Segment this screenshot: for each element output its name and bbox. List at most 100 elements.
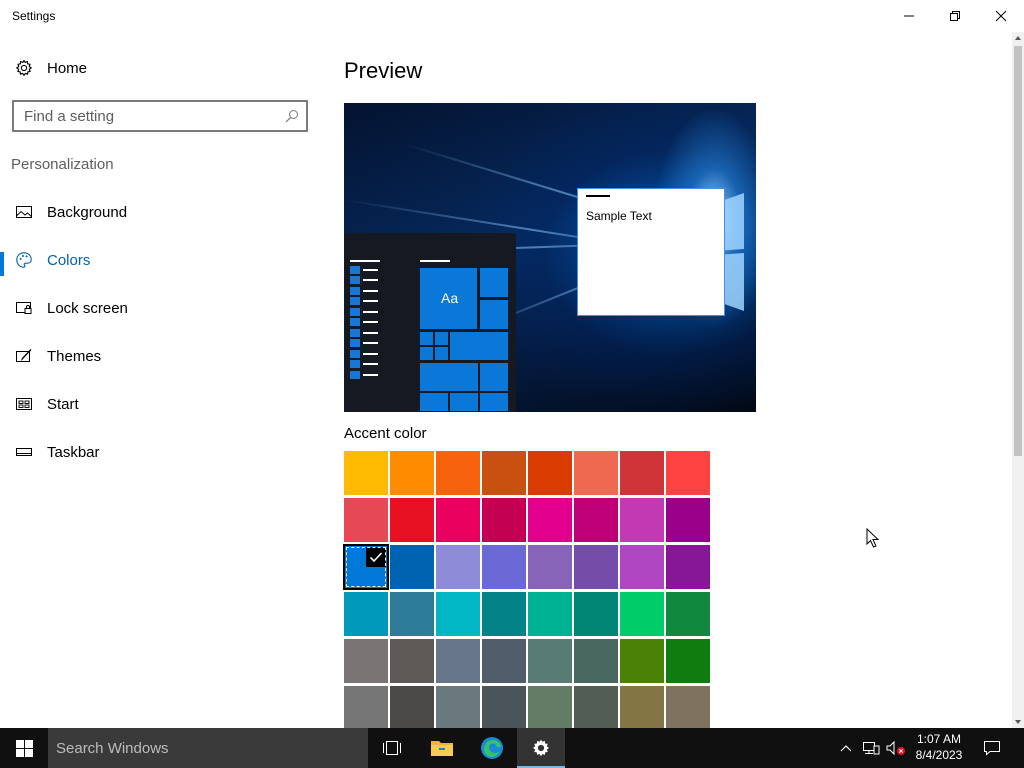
accent-color-swatch[interactable] <box>344 639 388 683</box>
accent-color-swatch[interactable] <box>620 545 664 589</box>
accent-color-swatch[interactable] <box>666 639 710 683</box>
sidebar-item-label: Taskbar <box>47 443 100 461</box>
settings-app-button[interactable] <box>517 728 565 768</box>
accent-color-swatch[interactable] <box>666 686 710 728</box>
find-setting-input[interactable] <box>14 102 274 130</box>
accent-color-swatch[interactable] <box>436 686 480 728</box>
accent-color-swatch[interactable] <box>666 545 710 589</box>
accent-color-swatch[interactable] <box>620 592 664 636</box>
task-view-icon <box>383 741 401 755</box>
sidebar-item-label: Start <box>47 395 79 413</box>
accent-color-swatch[interactable] <box>574 686 618 728</box>
accent-color-swatch[interactable] <box>574 545 618 589</box>
accent-color-swatch[interactable] <box>436 639 480 683</box>
accent-color-swatch[interactable] <box>344 592 388 636</box>
accent-color-swatch[interactable] <box>620 451 664 495</box>
sidebar-item-lock-screen[interactable]: Lock screen <box>0 284 320 332</box>
start-menu-preview: Aa <box>344 233 516 412</box>
accent-color-swatch[interactable] <box>344 498 388 542</box>
volume-button[interactable] <box>884 728 908 768</box>
scrollbar-thumb[interactable] <box>1014 46 1022 456</box>
accent-color-swatch[interactable] <box>666 592 710 636</box>
section-label-personalization: Personalization <box>11 156 114 173</box>
list-bar <box>350 371 360 379</box>
list-line <box>363 342 378 344</box>
list-line <box>363 363 378 365</box>
start-button[interactable] <box>0 728 48 768</box>
show-hidden-icons-button[interactable] <box>836 728 856 768</box>
accent-color-swatch[interactable] <box>436 451 480 495</box>
restore-icon <box>950 11 960 21</box>
accent-color-swatch[interactable] <box>436 592 480 636</box>
scroll-down-arrow-icon[interactable] <box>1012 716 1024 728</box>
accent-color-swatch[interactable] <box>528 639 572 683</box>
checkmark-icon <box>366 547 386 567</box>
accent-color-swatch[interactable] <box>574 498 618 542</box>
action-center-button[interactable] <box>972 728 1012 768</box>
accent-color-swatch[interactable] <box>390 451 434 495</box>
accent-color-swatch[interactable] <box>574 451 618 495</box>
accent-color-swatch[interactable] <box>528 686 572 728</box>
title-bar[interactable]: Settings <box>0 0 1024 32</box>
accent-color-swatch[interactable] <box>344 451 388 495</box>
taskbar-search-input[interactable] <box>48 728 368 768</box>
accent-color-swatch[interactable] <box>620 498 664 542</box>
sidebar-item-colors[interactable]: Colors <box>0 236 320 284</box>
taskbar-clock[interactable]: 1:07 AM 8/4/2023 <box>910 731 968 765</box>
clock-time: 1:07 AM <box>916 732 962 746</box>
tile <box>449 331 509 361</box>
accent-color-swatch[interactable] <box>528 451 572 495</box>
accent-color-swatch[interactable] <box>528 545 572 589</box>
accent-color-swatch[interactable] <box>343 544 389 590</box>
tile: Aa <box>419 267 478 330</box>
minimize-icon <box>904 15 914 17</box>
search-icon[interactable] <box>284 108 300 129</box>
sidebar-item-taskbar[interactable]: Taskbar <box>0 428 320 476</box>
accent-color-swatch[interactable] <box>574 592 618 636</box>
accent-color-swatch[interactable] <box>344 686 388 728</box>
minimize-button[interactable] <box>886 0 932 32</box>
accent-color-swatch[interactable] <box>482 451 526 495</box>
close-button[interactable] <box>978 0 1024 32</box>
accent-color-swatch[interactable] <box>574 639 618 683</box>
sidebar-item-label: Background <box>47 203 128 221</box>
edge-browser-button[interactable] <box>468 728 516 768</box>
accent-color-swatch[interactable] <box>390 686 434 728</box>
accent-color-swatch[interactable] <box>482 686 526 728</box>
accent-color-swatch[interactable] <box>482 639 526 683</box>
restore-button[interactable] <box>932 0 978 32</box>
sidebar-item-start[interactable]: Start <box>0 380 320 428</box>
accent-color-swatch[interactable] <box>528 592 572 636</box>
notification-icon <box>984 741 1000 756</box>
content-scrollbar[interactable] <box>1012 32 1024 728</box>
network-button[interactable] <box>860 728 882 768</box>
scroll-up-arrow-icon[interactable] <box>1012 32 1024 44</box>
accent-color-swatch[interactable] <box>390 592 434 636</box>
file-explorer-button[interactable] <box>418 728 466 768</box>
accent-color-swatch[interactable] <box>620 686 664 728</box>
tile <box>479 362 509 392</box>
sidebar-item-themes[interactable]: Themes <box>0 332 320 380</box>
start-icon <box>14 394 34 414</box>
accent-color-swatch[interactable] <box>482 498 526 542</box>
accent-color-swatch[interactable] <box>620 639 664 683</box>
sidebar-item-background[interactable]: Background <box>0 188 320 236</box>
gear-icon <box>533 739 549 757</box>
sidebar-item-home[interactable]: Home <box>0 44 320 92</box>
accent-color-swatch[interactable] <box>390 498 434 542</box>
accent-color-swatch[interactable] <box>666 498 710 542</box>
list-line <box>363 311 378 313</box>
accent-color-swatch[interactable] <box>390 545 434 589</box>
tile <box>419 331 434 346</box>
accent-color-swatch[interactable] <box>436 498 480 542</box>
window-title: Settings <box>12 9 56 23</box>
folder-icon <box>431 741 453 756</box>
accent-color-swatch[interactable] <box>482 545 526 589</box>
accent-color-swatch[interactable] <box>482 592 526 636</box>
accent-color-swatch[interactable] <box>390 639 434 683</box>
mouse-cursor-icon <box>866 528 880 548</box>
task-view-button[interactable] <box>368 728 416 768</box>
accent-color-swatch[interactable] <box>666 451 710 495</box>
accent-color-swatch[interactable] <box>436 545 480 589</box>
accent-color-swatch[interactable] <box>528 498 572 542</box>
